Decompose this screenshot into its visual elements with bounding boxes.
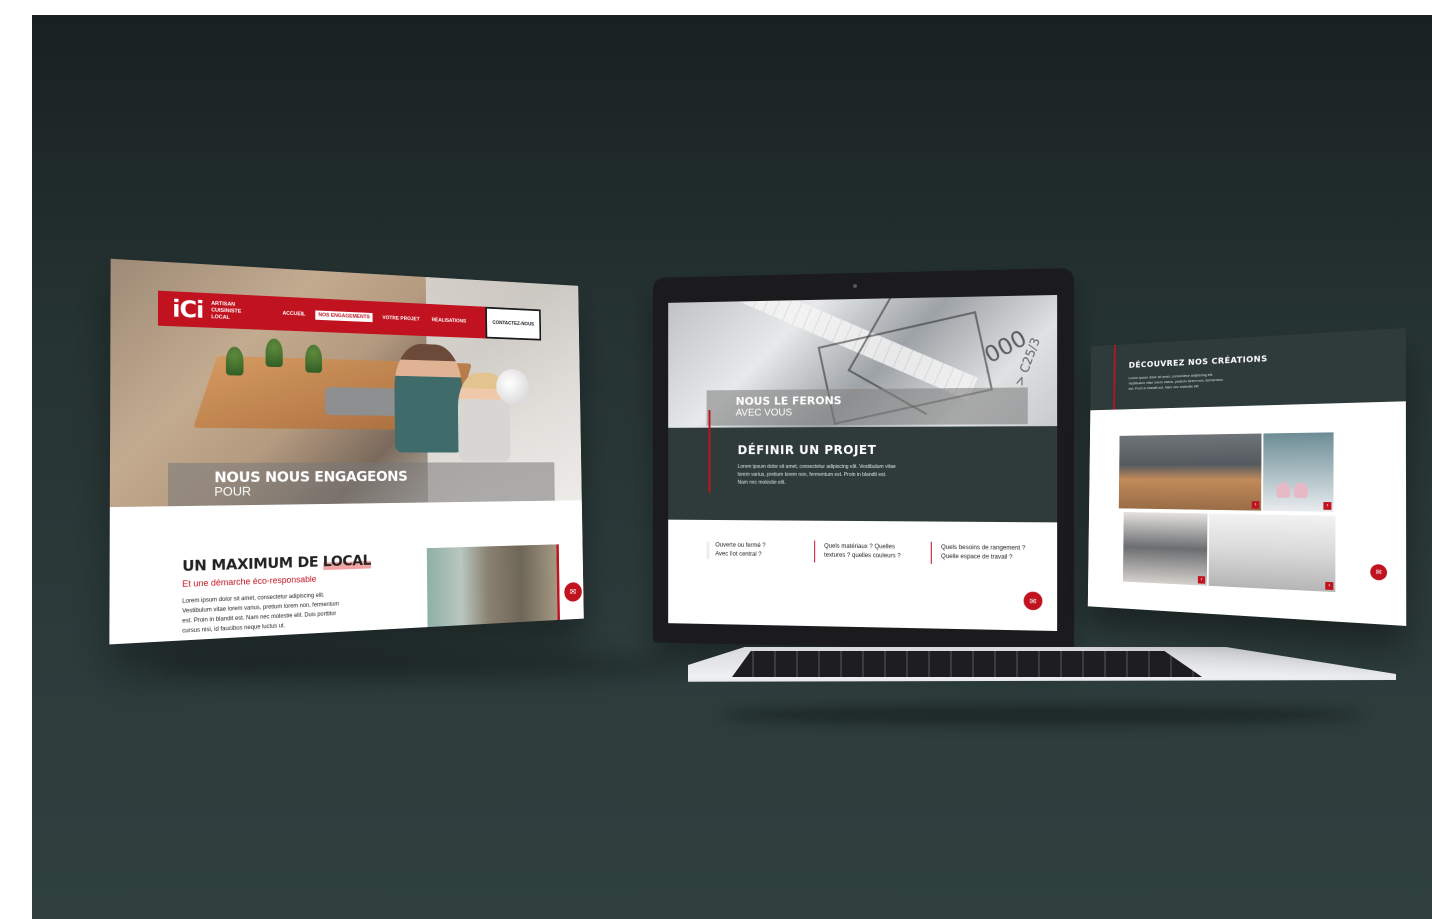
accent-line: [709, 410, 711, 492]
mockup-background: iCi ARTISAN CUISINISTE LOCAL ACCUEIL NOS…: [32, 15, 1432, 919]
laptop-website-screen: 000 > C25/3 NOUS LE FERONS AVEC VOUS DÉF…: [668, 295, 1057, 631]
left-screen-shadow: [152, 651, 672, 681]
laptop-keyboard: [732, 651, 1202, 677]
section-paragraph: Lorem ipsum dolor sit amet, consectetur …: [182, 590, 347, 637]
camera-icon: [853, 284, 857, 288]
contact-button[interactable]: CONTACTEZ-NOUS: [485, 307, 541, 341]
kitchen-photo: [427, 544, 560, 630]
laptop-shadow: [722, 705, 1362, 725]
hero-person-man: [394, 343, 462, 453]
nav-links: ACCUEIL NOS ENGAGEMENTS VOTRE PROJET RÉA…: [280, 309, 469, 326]
nav-item-accueil[interactable]: ACCUEIL: [280, 309, 309, 320]
question-divider: [931, 542, 932, 564]
question-line: Quelle espace de travail ?: [941, 553, 1025, 563]
section-title-highlight: LOCAL: [323, 552, 371, 570]
project-section: DÉFINIR UN PROJET Lorem ipsum dolor sit …: [668, 426, 1057, 522]
gallery-tile[interactable]: ›: [1263, 432, 1334, 512]
logo-tagline: ARTISAN CUISINISTE LOCAL: [211, 300, 241, 321]
question-item: Ouverte ou fermé ? Avec îlot central ?: [707, 542, 766, 560]
section-paragraph: Lorem ipsum dolor sit amet, consectetur …: [1128, 372, 1224, 392]
section-title: DÉFINIR UN PROJET: [738, 443, 877, 457]
creations-gallery: › › › › ✉: [1088, 401, 1406, 626]
section-paragraph: Lorem ipsum dolor sit amet, consectetur …: [738, 463, 897, 487]
chevron-right-icon[interactable]: ›: [1198, 576, 1205, 584]
section-title: DÉCOUVREZ NOS CRÉATIONS: [1129, 355, 1268, 371]
chevron-right-icon[interactable]: ›: [1323, 502, 1331, 510]
site-logo[interactable]: iCi: [172, 295, 203, 323]
mail-icon[interactable]: ✉: [564, 582, 582, 602]
nav-item-nos-engagements[interactable]: NOS ENGAGEMENTS: [316, 310, 373, 322]
gallery-tile[interactable]: ›: [1209, 514, 1336, 593]
plant-icon: [226, 346, 244, 375]
laptop-lid: 000 > C25/3 NOUS LE FERONS AVEC VOUS DÉF…: [653, 268, 1074, 652]
chair-shape: [1294, 483, 1308, 498]
creations-header: DÉCOUVREZ NOS CRÉATIONS Lorem ipsum dolo…: [1090, 328, 1406, 410]
accent-line: [556, 544, 560, 623]
section-subtitle: Et une démarche éco-responsable: [182, 574, 316, 589]
local-section: UN MAXIMUM DE LOCAL Et une démarche éco-…: [109, 500, 583, 644]
mail-icon[interactable]: ✉: [1024, 592, 1043, 611]
question-item: Quels besoins de rangement ? Quelle espa…: [941, 544, 1025, 563]
device-scene: iCi ARTISAN CUISINISTE LOCAL ACCUEIL NOS…: [32, 15, 1432, 919]
question-line: textures ? quelles couleurs ?: [824, 552, 901, 562]
chevron-right-icon[interactable]: ›: [1325, 582, 1333, 590]
chair-shape: [1276, 482, 1290, 497]
hero-subtitle: AVEC VOUS: [736, 406, 1028, 419]
nav-item-votre-projet[interactable]: VOTRE PROJET: [380, 313, 423, 324]
question-line: Avec îlot central ?: [715, 550, 765, 559]
gallery-tile[interactable]: ›: [1119, 434, 1262, 511]
question-item: Quels matériaux ? Quelles textures ? que…: [824, 543, 901, 562]
nav-item-realisations[interactable]: RÉALISATIONS: [429, 316, 469, 327]
plant-icon: [305, 344, 322, 372]
left-website-screen: iCi ARTISAN CUISINISTE LOCAL ACCUEIL NOS…: [109, 259, 583, 645]
hero-caption: NOUS LE FERONS AVEC VOUS: [707, 387, 1028, 425]
chevron-right-icon[interactable]: ›: [1252, 501, 1260, 509]
right-website-screen: DÉCOUVREZ NOS CRÉATIONS Lorem ipsum dolo…: [1088, 328, 1406, 626]
section-title: UN MAXIMUM DE LOCAL: [182, 552, 371, 575]
plant-icon: [266, 338, 283, 367]
gallery-tile[interactable]: ›: [1123, 512, 1207, 586]
mail-icon[interactable]: ✉: [1370, 564, 1387, 581]
question-divider: [814, 541, 815, 563]
section-title-main: UN MAXIMUM DE: [182, 553, 323, 575]
tagline-line: LOCAL: [211, 314, 241, 322]
